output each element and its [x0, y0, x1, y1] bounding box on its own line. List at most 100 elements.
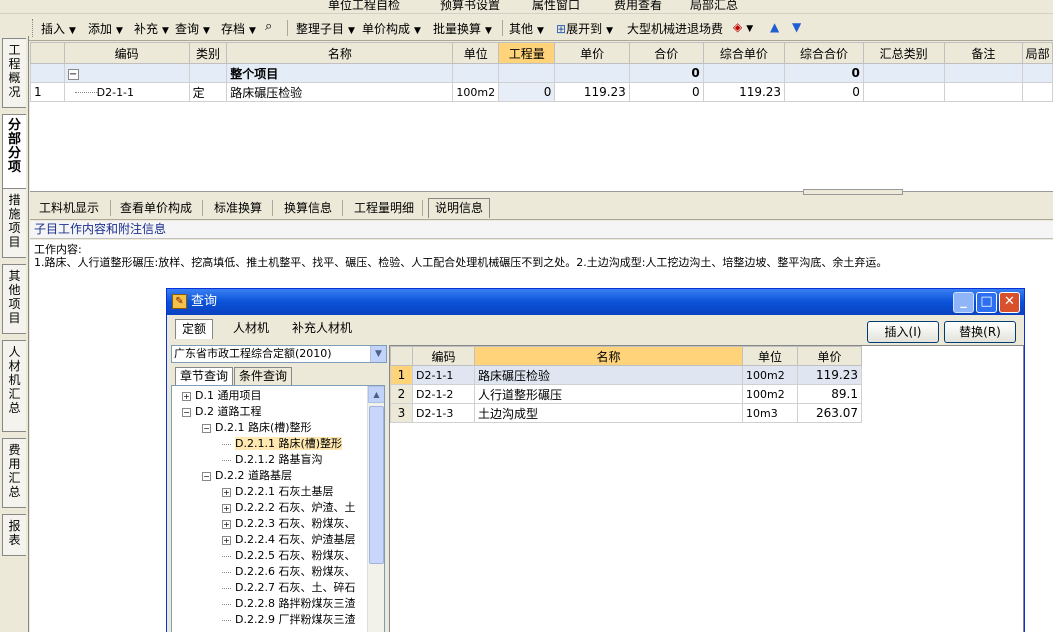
row-qty[interactable]: 0: [498, 82, 556, 102]
column-header[interactable]: 名称: [474, 346, 743, 366]
insert-button[interactable]: 插入(I): [867, 321, 939, 343]
row-price[interactable]: 119.23: [554, 82, 630, 102]
row-category[interactable]: 定: [188, 82, 228, 102]
column-header[interactable]: 综合单价: [702, 42, 786, 64]
tab-description-info[interactable]: 说明信息: [428, 198, 491, 218]
machinery-fee-button[interactable]: 大型机械进退场费: [627, 20, 723, 37]
tab-measures[interactable]: 措施项目: [2, 188, 26, 258]
close-icon[interactable]: ✕: [999, 292, 1020, 313]
expand-icon[interactable]: +: [222, 535, 231, 545]
tab-conversion-info[interactable]: 换算信息: [277, 198, 339, 218]
arrow-down-icon[interactable]: ▼: [792, 20, 801, 34]
column-header[interactable]: 备注: [943, 42, 1024, 64]
supplement-menu-button[interactable]: 补充 ▼: [134, 20, 169, 37]
tree-item[interactable]: + D.2.2.3 石灰、粉煤灰、: [222, 516, 355, 532]
replace-button[interactable]: 替换(R): [944, 321, 1016, 343]
tab-condition-search[interactable]: 条件查询: [234, 367, 293, 385]
tree-item[interactable]: − D.2 道路工程: [182, 404, 261, 420]
tree-item[interactable]: − D.2.2 道路基层: [202, 468, 292, 484]
collapse-icon[interactable]: −: [182, 407, 191, 417]
table-row[interactable]: 1 D2-1-1 定 路床碾压检验 100m2 0 119.23 0 119.2…: [30, 82, 1053, 102]
tree-item[interactable]: D.2.1.2 路基盲沟: [222, 452, 322, 468]
splitter-handle[interactable]: [803, 189, 903, 195]
tab-fee-summary[interactable]: 费用汇总: [2, 438, 26, 508]
tab-other-items[interactable]: 其他项目: [2, 264, 26, 334]
expand-icon[interactable]: +: [222, 503, 231, 513]
tab-labor-material-summary[interactable]: 人材机汇总: [2, 340, 26, 432]
partial-summary-button[interactable]: 局部汇总: [690, 0, 738, 13]
expand-icon[interactable]: +: [222, 487, 231, 497]
column-header[interactable]: 编码: [63, 42, 190, 64]
row-name[interactable]: 路床碾压检验: [226, 82, 454, 102]
tree-item[interactable]: − D.2.1 路床(槽)整形: [202, 420, 312, 436]
tree-item[interactable]: + D.2.2.1 石灰土基层: [222, 484, 333, 500]
table-row[interactable]: 2 D2-1-2 人行道整形碾压 100m2 89.1: [390, 384, 862, 404]
column-header[interactable]: 综合合价: [784, 42, 864, 64]
scroll-up-icon[interactable]: ▲: [368, 386, 384, 403]
column-header[interactable]: 局部: [1022, 42, 1053, 64]
tab-reports[interactable]: 报表: [2, 514, 26, 556]
unit-price-composition-button[interactable]: 单价构成 ▼: [362, 20, 421, 37]
toolbar-grip[interactable]: [32, 19, 35, 37]
tree-item[interactable]: D.2.2.7 石灰、土、碎石: [222, 580, 355, 596]
tab-quantity-detail[interactable]: 工程量明细: [347, 198, 421, 218]
quota-library-select[interactable]: 广东省市政工程综合定额(2010) ▼: [171, 345, 387, 363]
add-menu-button[interactable]: 添加 ▼: [88, 20, 123, 37]
table-row-group[interactable]: − 整个项目 0 0: [30, 63, 1053, 83]
tree-item[interactable]: D.2.1.1 路床(槽)整形: [222, 436, 343, 452]
tree-item[interactable]: D.2.2.9 厂拌粉煤灰三渣: [222, 612, 355, 628]
batch-convert-button[interactable]: 批量换算 ▼: [433, 20, 492, 37]
organize-menu-button[interactable]: 整理子目 ▼: [296, 20, 355, 37]
column-header[interactable]: 名称: [226, 42, 454, 64]
chevron-down-icon[interactable]: ▼: [370, 346, 386, 362]
tree-item[interactable]: D.2.2.6 石灰、粉煤灰、: [222, 564, 355, 580]
column-header[interactable]: 单位: [452, 42, 500, 64]
tree-item[interactable]: + D.2.2.2 石灰、炉渣、土: [222, 500, 355, 516]
tree-scrollbar[interactable]: ▲: [367, 386, 384, 632]
archive-menu-button[interactable]: 存档 ▼: [221, 20, 256, 37]
expand-icon[interactable]: +: [182, 391, 191, 401]
column-header[interactable]: 汇总类别: [862, 42, 945, 64]
insert-menu-button[interactable]: 插入 ▼: [41, 20, 76, 37]
tree-item[interactable]: D.2.2.8 路拌粉煤灰三渣: [222, 596, 355, 612]
column-header[interactable]: 类别: [188, 42, 228, 64]
column-header[interactable]: 单价: [554, 42, 630, 64]
tab-quota[interactable]: 定额: [175, 319, 214, 339]
row-unit[interactable]: 100m2: [452, 82, 500, 102]
dialog-titlebar[interactable]: ✎ 查询 _ □ ✕: [167, 289, 1024, 315]
maximize-icon[interactable]: □: [976, 292, 997, 313]
tab-supplement-lmm[interactable]: 补充人材机: [286, 319, 358, 339]
tab-standard-conversion[interactable]: 标准换算: [207, 198, 269, 218]
tree-item[interactable]: D.2.2.5 石灰、粉煤灰、: [222, 548, 355, 564]
column-header[interactable]: 编码: [412, 346, 475, 366]
query-menu-button[interactable]: 查询 ▼: [175, 20, 210, 37]
collapse-icon[interactable]: −: [202, 471, 211, 481]
arrow-up-icon[interactable]: ▲: [770, 20, 779, 34]
budget-settings-button[interactable]: 预算书设置: [440, 0, 500, 13]
column-header[interactable]: 工程量: [498, 42, 556, 64]
collapse-icon[interactable]: −: [67, 69, 79, 80]
scroll-thumb[interactable]: [369, 406, 384, 564]
tab-labor-material-machine[interactable]: 人材机: [227, 319, 275, 339]
other-menu-button[interactable]: 其他 ▼: [509, 20, 544, 37]
tree-item[interactable]: + D.2.2.4 石灰、炉渣基层: [222, 532, 355, 548]
paint-bucket-icon[interactable]: ◈ ▼: [733, 20, 753, 34]
expand-to-button[interactable]: ⊞展开到 ▼: [556, 20, 613, 37]
tab-project-overview[interactable]: 工程概况: [2, 38, 26, 108]
tab-labor-material[interactable]: 工料机显示: [32, 198, 106, 218]
column-header[interactable]: 合价: [628, 42, 704, 64]
fee-view-button[interactable]: 费用查看: [614, 0, 662, 13]
minimize-icon[interactable]: _: [953, 292, 974, 313]
binoculars-icon[interactable]: ⌕: [265, 19, 272, 34]
collapse-icon[interactable]: −: [202, 423, 211, 433]
column-header[interactable]: 单价: [797, 346, 862, 366]
table-row[interactable]: 1 D2-1-1 路床碾压检验 100m2 119.23: [390, 365, 862, 385]
tree-item[interactable]: + D.1 通用项目: [182, 388, 261, 404]
property-window-button[interactable]: 属性窗口: [532, 0, 580, 13]
unit-self-check-button[interactable]: 单位工程自检: [328, 0, 400, 13]
table-row[interactable]: 3 D2-1-3 土边沟成型 10m3 263.07: [390, 403, 862, 423]
expand-icon[interactable]: +: [222, 519, 231, 529]
row-code-cell[interactable]: D2-1-1: [63, 82, 190, 102]
tab-chapter-search[interactable]: 章节查询: [175, 367, 234, 385]
column-header[interactable]: 单位: [742, 346, 798, 366]
